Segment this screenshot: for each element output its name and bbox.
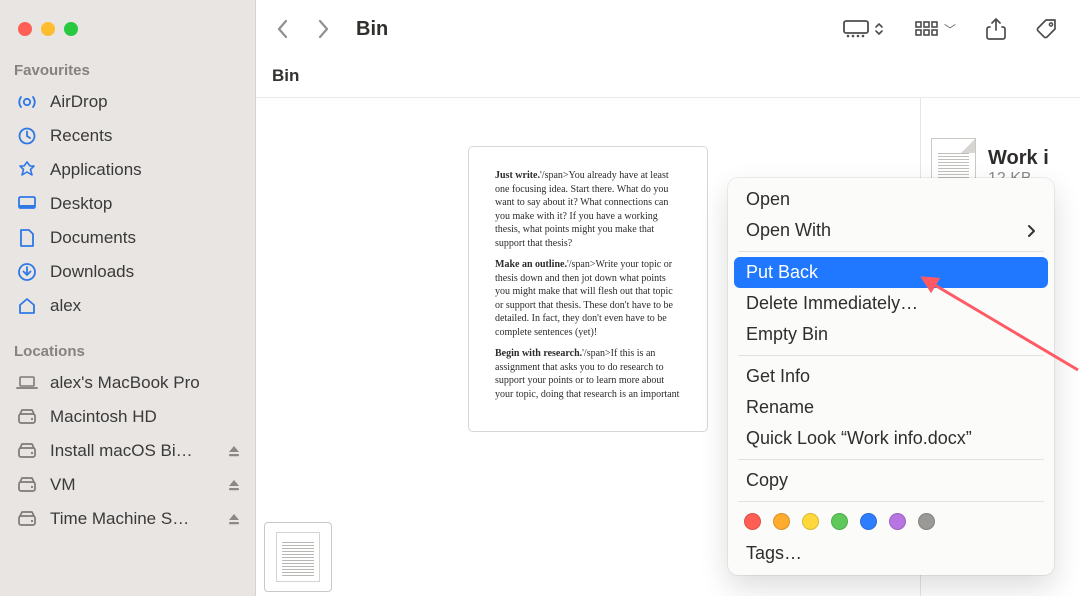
menu-empty-bin[interactable]: Empty Bin xyxy=(734,319,1048,350)
sidebar-item-desktop[interactable]: Desktop xyxy=(0,187,255,221)
preview-bold-1: Just write. xyxy=(495,170,540,181)
view-gallery-button[interactable] xyxy=(834,15,892,43)
path-bar: Bin xyxy=(256,58,1080,98)
eject-icon[interactable] xyxy=(227,478,241,492)
sidebar-item-documents[interactable]: Documents xyxy=(0,221,255,255)
preview-text-1: '/span>You already have at least one foc… xyxy=(495,170,669,249)
sidebar-item-applications[interactable]: Applications xyxy=(0,153,255,187)
sidebar-item-label: Desktop xyxy=(50,194,112,214)
menu-put-back[interactable]: Put Back xyxy=(734,257,1048,288)
menu-get-info[interactable]: Get Info xyxy=(734,361,1048,392)
tag-color-dot[interactable] xyxy=(744,513,761,530)
sidebar-item-macintosh-hd[interactable]: Macintosh HD xyxy=(0,400,255,434)
disk-icon xyxy=(14,442,40,460)
disk-icon xyxy=(14,408,40,426)
sidebar-header-locations: Locations xyxy=(0,337,255,366)
share-button[interactable] xyxy=(978,14,1014,44)
menu-separator xyxy=(738,459,1044,460)
tag-color-dot[interactable] xyxy=(889,513,906,530)
zoom-window-button[interactable] xyxy=(64,22,78,36)
menu-quick-look[interactable]: Quick Look “Work info.docx” xyxy=(734,423,1048,454)
disk-icon xyxy=(14,510,40,528)
apps-icon xyxy=(14,160,40,180)
sidebar-item-label: Documents xyxy=(50,228,136,248)
eject-icon[interactable] xyxy=(227,444,241,458)
sidebar-item-label: Install macOS Bi… xyxy=(50,441,193,461)
doc-icon xyxy=(14,228,40,248)
window-controls xyxy=(0,12,255,56)
sidebar-item-label: AirDrop xyxy=(50,92,108,112)
minimize-window-button[interactable] xyxy=(41,22,55,36)
disk-icon xyxy=(14,476,40,494)
tag-color-dot[interactable] xyxy=(831,513,848,530)
menu-open[interactable]: Open xyxy=(734,184,1048,215)
home-icon xyxy=(14,296,40,316)
eject-icon[interactable] xyxy=(227,512,241,526)
forward-button[interactable] xyxy=(310,15,336,43)
laptop-icon xyxy=(14,375,40,391)
back-button[interactable] xyxy=(270,15,296,43)
sidebar-item-downloads[interactable]: Downloads xyxy=(0,255,255,289)
preview-bold-3: Begin with research. xyxy=(495,348,582,359)
sidebar-item-vm[interactable]: VM xyxy=(0,468,255,502)
sidebar: Favourites AirDrop Recents Applications Des… xyxy=(0,0,256,596)
window-title: Bin xyxy=(356,18,388,41)
sidebar-item-recents[interactable]: Recents xyxy=(0,119,255,153)
sidebar-item-label: alex xyxy=(50,296,81,316)
sidebar-item-label: VM xyxy=(50,475,76,495)
menu-separator xyxy=(738,355,1044,356)
sidebar-item-alex[interactable]: alex xyxy=(0,289,255,323)
tag-color-dot[interactable] xyxy=(918,513,935,530)
tag-color-dot[interactable] xyxy=(860,513,877,530)
sidebar-item-label: Applications xyxy=(50,160,142,180)
gallery-thumbnail[interactable] xyxy=(264,522,332,592)
desktop-icon xyxy=(14,194,40,214)
sidebar-item-label: alex's MacBook Pro xyxy=(50,373,200,393)
document-preview: Just write.'/span>You already have at le… xyxy=(468,146,708,432)
submenu-arrow-icon xyxy=(1027,224,1036,238)
menu-open-with[interactable]: Open With xyxy=(734,215,1048,246)
close-window-button[interactable] xyxy=(18,22,32,36)
sidebar-item-alex-s-macbook-pro[interactable]: alex's MacBook Pro xyxy=(0,366,255,400)
menu-tags[interactable]: Tags… xyxy=(734,538,1048,569)
sidebar-item-time-machine-s-[interactable]: Time Machine S… xyxy=(0,502,255,536)
sidebar-item-label: Macintosh HD xyxy=(50,407,157,427)
clock-icon xyxy=(14,126,40,146)
file-name: Work i xyxy=(988,147,1049,170)
sidebar-item-label: Time Machine S… xyxy=(50,509,189,529)
sidebar-item-label: Recents xyxy=(50,126,112,146)
menu-separator xyxy=(738,501,1044,502)
airdrop-icon xyxy=(14,92,40,112)
download-icon xyxy=(14,262,40,282)
sidebar-item-airdrop[interactable]: AirDrop xyxy=(0,85,255,119)
context-menu: Open Open With Put Back Delete Immediate… xyxy=(728,178,1054,575)
group-by-button[interactable]: ﹀ xyxy=(906,16,964,42)
menu-tag-colors xyxy=(734,507,1048,538)
sidebar-item-label: Downloads xyxy=(50,262,134,282)
tag-color-dot[interactable] xyxy=(773,513,790,530)
tags-button[interactable] xyxy=(1028,14,1066,44)
sidebar-header-favourites: Favourites xyxy=(0,56,255,85)
sidebar-item-install-macos-bi-[interactable]: Install macOS Bi… xyxy=(0,434,255,468)
tag-color-dot[interactable] xyxy=(802,513,819,530)
preview-bold-2: Make an outline. xyxy=(495,259,567,270)
preview-text-2: '/span>Write your topic or thesis down a… xyxy=(495,259,673,338)
menu-rename[interactable]: Rename xyxy=(734,392,1048,423)
menu-delete-immediately[interactable]: Delete Immediately… xyxy=(734,288,1048,319)
menu-copy[interactable]: Copy xyxy=(734,465,1048,496)
menu-separator xyxy=(738,251,1044,252)
toolbar: Bin ﹀ xyxy=(256,0,1080,58)
